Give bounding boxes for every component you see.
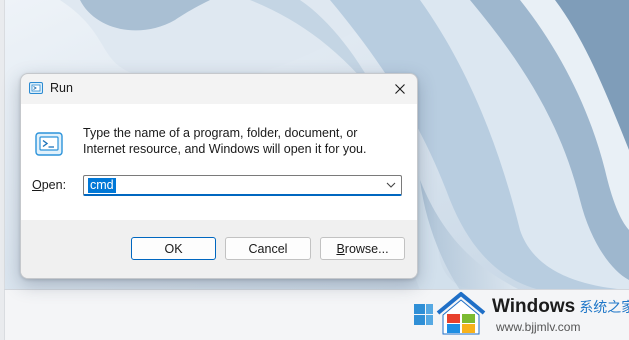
open-combobox[interactable]: cmd	[83, 175, 402, 196]
run-dialog: Run Type the name of a program, folder, …	[20, 73, 418, 279]
watermark-title-en: Windows	[492, 296, 576, 317]
open-label-text: pen:	[41, 178, 67, 192]
close-button[interactable]	[383, 74, 417, 104]
watermark-url: www.bjjmlv.com	[496, 320, 581, 334]
ok-button[interactable]: OK	[131, 237, 216, 260]
run-icon	[29, 82, 43, 94]
run-icon	[35, 132, 63, 156]
watermark-title: Windows 系统之家	[492, 296, 629, 318]
title-bar[interactable]: Run	[21, 74, 417, 104]
watermark: Windows 系统之家 www.bjjmlv.com	[412, 290, 629, 340]
browse-label: rowse...	[344, 241, 389, 256]
chevron-down-icon[interactable]	[385, 179, 397, 191]
close-icon	[395, 84, 405, 94]
dialog-content: Type the name of a program, folder, docu…	[21, 104, 417, 220]
open-input[interactable]: cmd	[88, 178, 116, 193]
browse-button[interactable]: Browse...	[320, 237, 405, 260]
button-bar: OK Cancel Browse...	[21, 220, 417, 278]
dialog-title: Run	[50, 81, 73, 95]
dialog-description: Type the name of a program, folder, docu…	[83, 126, 367, 156]
open-label-accesskey: O	[32, 178, 42, 192]
browse-accesskey: B	[336, 241, 345, 256]
brand-logo-icon	[436, 292, 486, 335]
open-label: Open:	[32, 178, 66, 192]
watermark-title-cn: 系统之家	[579, 300, 629, 316]
cancel-button[interactable]: Cancel	[225, 237, 311, 260]
